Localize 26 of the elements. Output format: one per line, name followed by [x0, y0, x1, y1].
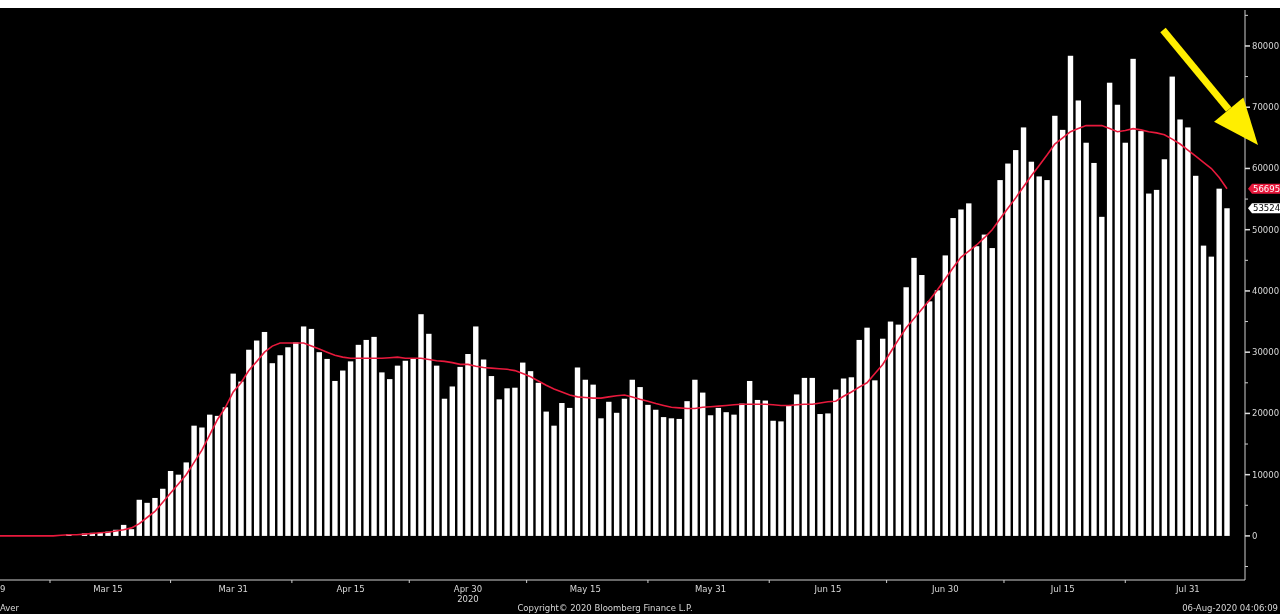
x-tick-label: Jul 15 [1050, 584, 1075, 594]
year-label: 2020 [457, 594, 479, 604]
copyright-text: Copyright© 2020 Bloomberg Finance L.P. [517, 603, 693, 613]
x-tick-label: Jun 15 [814, 584, 842, 594]
x-tick-label: Jul 31 [1176, 584, 1200, 594]
x-tick-label: Apr 30 [453, 584, 483, 594]
y-tick-label: 80000 [1252, 40, 1280, 51]
y-tick-label: 20000 [1252, 408, 1280, 419]
x-tick-label: Mar 15 [93, 584, 123, 594]
y-tick-label: 50000 [1252, 224, 1280, 235]
last-value-label: 56695 [1248, 183, 1280, 194]
x-tick-label: Apr 15 [336, 584, 365, 594]
x-tick-label: Jun 30 [931, 584, 959, 594]
x-tick-label: May 31 [695, 584, 727, 594]
y-tick-label: 0 [1252, 530, 1258, 541]
y-tick-label: 10000 [1252, 469, 1280, 480]
y-tick-label: 70000 [1252, 102, 1280, 113]
y-tick-label: 40000 [1252, 285, 1280, 296]
last-value-label: 53524 [1248, 203, 1280, 214]
legend-text: Aver [0, 603, 20, 613]
y-tick-label: 60000 [1252, 163, 1280, 174]
x-tick-label: May 15 [569, 584, 601, 594]
x-tick-label: 9 [0, 584, 6, 594]
y-tick-label: 30000 [1252, 347, 1280, 358]
timestamp: 06-Aug-2020 04:06:09 [1182, 603, 1278, 613]
x-tick-label: Mar 31 [218, 584, 248, 594]
